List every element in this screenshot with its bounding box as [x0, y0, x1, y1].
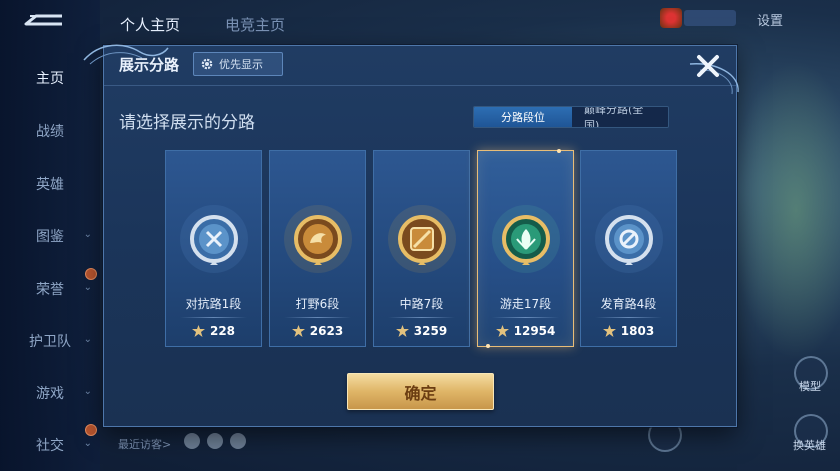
back-arrow-icon[interactable] [22, 12, 68, 34]
lane-card-farm[interactable]: 发育路4段 1803 [580, 150, 677, 347]
close-icon[interactable] [694, 52, 722, 80]
lane-card-score: 228 [166, 324, 261, 338]
left-nav: 主页 战绩 英雄 图鉴 ⌄ 荣誉 ⌄ 护卫队 ⌄ 游戏 ⌄ 社交 ⌄ [0, 0, 100, 471]
tab-group: 分路段位 巅峰分路(全国) [473, 106, 669, 128]
settings-button[interactable]: 设置 [757, 10, 783, 29]
tab-lane-rank[interactable]: 分路段位 [474, 107, 572, 127]
divider [388, 317, 455, 318]
leaf-emblem-icon [491, 205, 560, 273]
lane-card-label: 对抗路1段 [185, 297, 242, 311]
nav-item-handbook[interactable]: 图鉴 ⌄ [0, 221, 100, 251]
display-lane-dialog: 展示分路 优先显示 请选择展示的分路 分路段位 巅峰分路(全国) 对抗路1段 2… [83, 44, 739, 427]
avatar[interactable] [230, 433, 246, 449]
sparkle-decoration [557, 149, 561, 153]
model-label: 模型 [799, 380, 821, 393]
top-right-bar: 设置 [660, 6, 840, 34]
hero-background-art [730, 60, 840, 360]
chevron-down-icon: ⌄ [83, 334, 92, 345]
priority-display-label: 优先显示 [219, 58, 263, 71]
power-icon [291, 325, 305, 337]
notification-dot [85, 268, 97, 280]
gear-icon [201, 58, 213, 70]
nav-item-social[interactable]: 社交 ⌄ [0, 430, 100, 460]
divider [284, 317, 351, 318]
nav-item-home[interactable]: 主页 [0, 63, 100, 93]
nav-item-heroes[interactable]: 英雄 [0, 169, 100, 199]
divider [180, 317, 247, 318]
power-icon [191, 325, 205, 337]
avatar[interactable] [184, 433, 200, 449]
lane-card-score: 3259 [374, 324, 469, 338]
lane-score-value: 12954 [513, 324, 556, 338]
recent-visitors-link[interactable]: 最近访客> [118, 436, 171, 452]
power-icon [602, 325, 616, 337]
staff-emblem-icon [387, 205, 456, 273]
lane-card-list: 对抗路1段 228 打野6段 2623 中路7段 3259 游走17段 1295… [165, 149, 677, 350]
dialog-header: 展示分路 优先显示 [104, 46, 736, 86]
confirm-button[interactable]: 确定 [347, 373, 494, 410]
lane-card-label: 游走17段 [499, 297, 552, 311]
sparkle-decoration [486, 344, 490, 348]
chevron-down-icon: ⌄ [83, 386, 92, 397]
dragon-emblem-icon [283, 205, 352, 273]
chevron-down-icon: ⌄ [83, 229, 92, 240]
arrow-ring-emblem-icon [594, 205, 663, 273]
vip-badge-icon [660, 8, 682, 28]
chevron-down-icon: ⌄ [83, 438, 92, 449]
lane-score-value: 3259 [413, 324, 448, 338]
lane-card-score: 1803 [581, 324, 676, 338]
nav-item-game[interactable]: 游戏 ⌄ [0, 378, 100, 408]
lane-card-label: 发育路4段 [600, 297, 657, 311]
lane-card-mid[interactable]: 中路7段 3259 [373, 150, 470, 347]
priority-display-button[interactable]: 优先显示 [193, 52, 283, 76]
power-icon [395, 325, 409, 337]
lane-card-jungle[interactable]: 打野6段 2623 [269, 150, 366, 347]
chevron-down-icon: ⌄ [83, 282, 92, 293]
dialog-subtitle: 请选择展示的分路 [119, 113, 255, 133]
change-hero-label: 换英雄 [793, 439, 826, 452]
lane-score-value: 228 [209, 324, 236, 338]
lane-card-label: 中路7段 [399, 297, 444, 311]
tab-peak-lane-national[interactable]: 巅峰分路(全国) [572, 107, 668, 127]
lane-card-label: 打野6段 [295, 297, 340, 311]
shield-sword-emblem-icon [179, 205, 248, 273]
lane-score-value: 1803 [620, 324, 655, 338]
lane-card-score: 12954 [478, 324, 573, 338]
nav-item-guard[interactable]: 护卫队 ⌄ [0, 326, 100, 356]
dialog-title: 展示分路 [119, 56, 180, 74]
nav-item-record[interactable]: 战绩 [0, 116, 100, 146]
currency-display [684, 10, 736, 26]
lane-card-roam[interactable]: 游走17段 12954 [477, 149, 574, 348]
divider [492, 317, 559, 318]
lane-card-top[interactable]: 对抗路1段 228 [165, 150, 262, 347]
nav-item-honor[interactable]: 荣誉 ⌄ [0, 274, 100, 304]
divider [595, 317, 662, 318]
lane-score-value: 2623 [309, 324, 344, 338]
tab-esports-home[interactable]: 电竞主页 [225, 14, 285, 35]
tab-personal-home[interactable]: 个人主页 [120, 14, 180, 35]
avatar[interactable] [207, 433, 223, 449]
power-icon [495, 325, 509, 337]
lane-card-score: 2623 [270, 324, 365, 338]
notification-dot [85, 424, 97, 436]
